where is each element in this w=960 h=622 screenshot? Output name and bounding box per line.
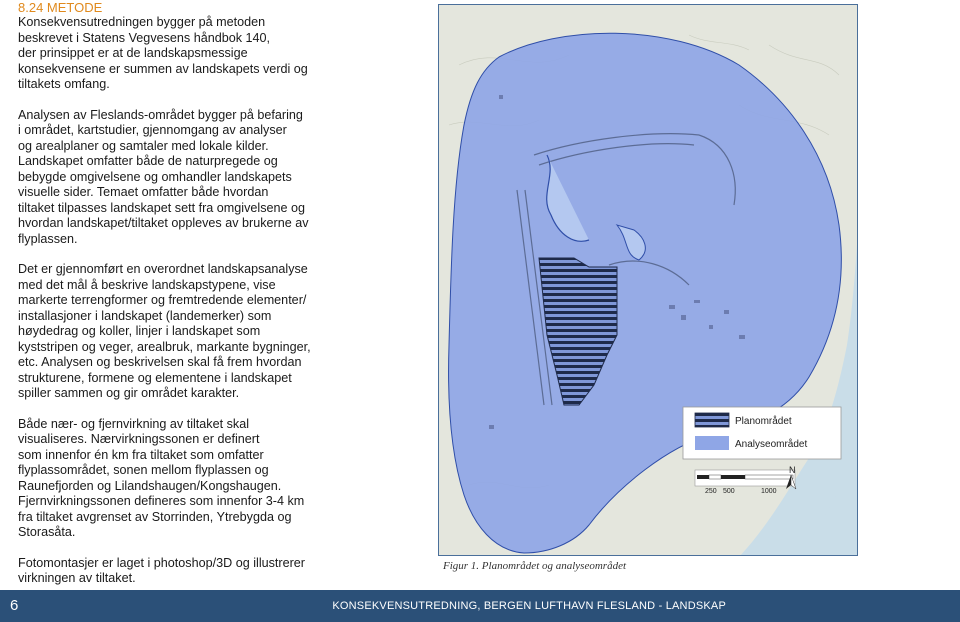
paragraph-photomontage: Fotomontasjer er laget i photoshop/3D og…	[18, 555, 306, 586]
figure-caption: Figur 1. Planområdet og analyseområdet	[443, 560, 627, 572]
svg-text:N: N	[789, 465, 796, 475]
text-column: 8.24 METODE Konsekvensutredningen bygger…	[18, 0, 418, 587]
legend-analysis-swatch	[695, 436, 729, 450]
page-number: 6	[10, 597, 19, 614]
legend-analysis-label: Analyseområdet	[735, 438, 807, 450]
paragraph-landscape-analysis: Det er gjennomført en overordnet landska…	[18, 262, 311, 400]
page-footer: 6 KONSEKVENSUTREDNING, BERGEN LUFTHAVN F…	[0, 590, 960, 622]
map-figure: Planområdet Analyseområdet 250 500 1000 …	[438, 4, 858, 556]
svg-text:1000: 1000	[761, 488, 777, 495]
footer-title: KONSEKVENSUTREDNING, BERGEN LUFTHAVN FLE…	[332, 600, 726, 612]
paragraph-method: Konsekvensutredningen bygger på metoden …	[18, 15, 308, 91]
map-canvas: Planområdet Analyseområdet 250 500 1000 …	[439, 5, 857, 555]
legend-plan-swatch	[694, 412, 730, 428]
section-heading: 8.24 METODE	[18, 0, 103, 15]
paragraph-analysis: Analysen av Fleslands-området bygger på …	[18, 107, 309, 246]
legend-plan-label: Planområdet	[735, 415, 792, 427]
svg-text:500: 500	[723, 488, 735, 495]
paragraph-visual-effects: Både nær- og fjernvirkning av tiltaket s…	[18, 416, 305, 540]
svg-text:250: 250	[705, 488, 717, 495]
